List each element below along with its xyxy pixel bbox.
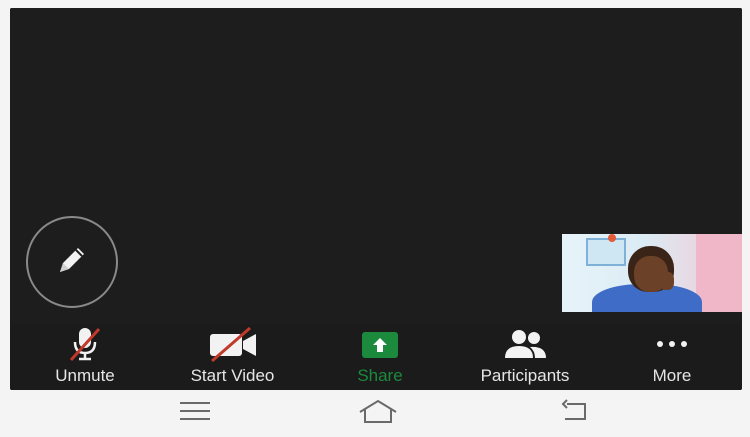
home-icon bbox=[356, 398, 400, 429]
share-label: Share bbox=[357, 366, 403, 385]
menu-button[interactable] bbox=[175, 400, 215, 426]
more-dots-icon bbox=[650, 326, 694, 362]
meeting-screen: Unmute Start Video Share Participants Mo… bbox=[10, 8, 742, 390]
unmute-label: Unmute bbox=[55, 366, 115, 385]
back-icon bbox=[557, 398, 593, 428]
self-video-thumbnail[interactable] bbox=[562, 234, 742, 312]
android-nav-bar bbox=[10, 390, 742, 437]
share-up-arrow-icon bbox=[358, 326, 402, 362]
participants-icon bbox=[500, 326, 550, 362]
share-button[interactable]: Share bbox=[345, 324, 415, 390]
participants-label: Participants bbox=[480, 366, 570, 385]
pencil-icon bbox=[52, 240, 92, 285]
unmute-button[interactable]: Unmute bbox=[40, 324, 130, 390]
start-video-button[interactable]: Start Video bbox=[170, 324, 295, 390]
meeting-video-area bbox=[10, 8, 742, 330]
meeting-toolbar: Unmute Start Video Share Participants Mo… bbox=[10, 324, 742, 390]
annotate-button[interactable] bbox=[26, 216, 118, 308]
home-button[interactable] bbox=[355, 398, 401, 429]
back-button[interactable] bbox=[555, 398, 595, 428]
start-video-label: Start Video bbox=[190, 366, 275, 385]
microphone-muted-icon bbox=[65, 326, 105, 362]
camera-off-icon bbox=[206, 326, 260, 362]
participants-button[interactable]: Participants bbox=[460, 324, 590, 390]
more-button[interactable]: More bbox=[632, 324, 712, 390]
menu-icon bbox=[177, 399, 213, 428]
more-label: More bbox=[652, 366, 692, 385]
